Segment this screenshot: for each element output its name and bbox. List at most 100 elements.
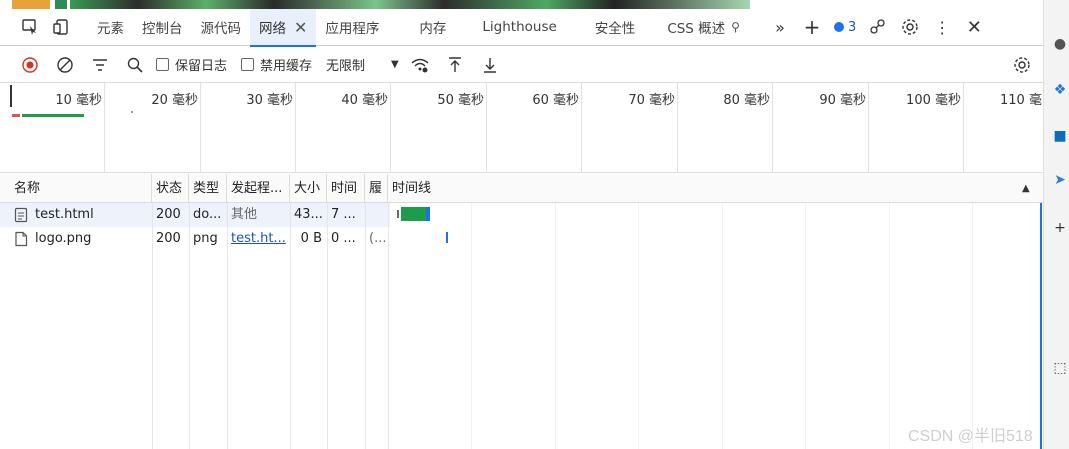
column-header-name[interactable]: 名称 (10, 174, 152, 203)
clear-icon[interactable] (47, 50, 82, 80)
document-file-icon (14, 207, 28, 223)
devtools-tab-bar: 元素 控制台 源代码 网络 ✕ 应用程序 内存 Lighthouse 安全性 CS… (0, 8, 1043, 47)
search-icon[interactable] (117, 50, 152, 80)
table-row[interactable]: test.html 200 do... 其他 43... 7 ... (0, 203, 390, 227)
column-header-initiator[interactable]: 发起程... (227, 174, 290, 203)
request-name[interactable]: test.html (31, 203, 151, 227)
close-devtools-icon[interactable]: ✕ (958, 11, 990, 43)
overview-tick-label: 30 毫秒 (246, 93, 293, 108)
waterfall-bar[interactable] (426, 207, 430, 221)
request-initiator-link[interactable]: test.ht... (227, 227, 290, 251)
checkbox-box[interactable] (156, 58, 169, 71)
overview-tick-label: 10 毫秒 (55, 93, 102, 108)
request-name[interactable]: logo.png (31, 227, 151, 251)
request-table-header: 名称 状态 类型 发起程... 大小 时间 履 时间线 ▲ (0, 174, 1043, 203)
request-priority: (... (369, 231, 387, 246)
disable-cache-checkbox[interactable]: 禁用缓存 (241, 55, 312, 74)
waterfall-bar[interactable] (401, 207, 426, 221)
request-time: 7 ... (331, 207, 356, 222)
network-overview[interactable]: 10 毫秒 20 毫秒 30 毫秒 40 毫秒 50 毫秒 60 毫秒 70 毫… (0, 83, 1043, 173)
tab-console[interactable]: 控制台 (133, 9, 192, 46)
request-time: 0 ... (331, 231, 356, 246)
export-har-icon[interactable] (473, 50, 508, 80)
copilot-icon[interactable]: ❖ (1052, 82, 1068, 98)
overview-tick-label: 100 毫秒 (906, 93, 961, 108)
table-row[interactable]: logo.png 200 png test.ht... 0 B 0 ... (.… (0, 227, 390, 251)
issues-count: 3 (847, 19, 857, 35)
tab-label: 源代码 (200, 21, 242, 37)
import-har-icon[interactable] (438, 50, 473, 80)
request-table-body: test.html 200 do... 其他 43... 7 ... logo.… (0, 203, 1043, 449)
send-icon[interactable]: ➤ (1052, 172, 1068, 188)
column-divider[interactable] (189, 203, 190, 449)
message-icon (833, 22, 844, 32)
overview-bar (22, 114, 84, 117)
request-initiator: 其他 (231, 207, 258, 222)
record-stop-icon[interactable] (12, 50, 47, 80)
column-header-type[interactable]: 类型 (189, 174, 227, 203)
throttling-value: 无限制 (326, 59, 366, 74)
sort-ascending-icon[interactable]: ▲ (1022, 183, 1030, 194)
more-options-icon[interactable]: ⋮ (926, 11, 958, 43)
outlook-icon[interactable]: ■ (1052, 128, 1068, 144)
preserve-log-checkbox[interactable]: 保留日志 (156, 55, 227, 74)
settings-gear-icon[interactable] (894, 11, 926, 43)
throttling-select[interactable]: 无限制 ▼ (326, 55, 399, 74)
filter-icon[interactable] (82, 50, 117, 80)
overview-tick-label: 90 毫秒 (819, 93, 866, 108)
tab-security[interactable]: 安全性 (581, 9, 660, 46)
column-header-waterfall[interactable]: 时间线 (388, 174, 1043, 203)
tab-network[interactable]: 网络 ✕ (250, 8, 317, 47)
add-tab-icon[interactable]: + (796, 11, 828, 43)
waterfall-gridline (805, 203, 806, 449)
waterfall-gridline (972, 203, 973, 449)
scrollbar[interactable] (1040, 203, 1042, 449)
column-header-size[interactable]: 大小 (290, 174, 327, 203)
device-toolbar-icon[interactable] (46, 11, 78, 43)
screenshot-icon[interactable]: ⬚ (1052, 360, 1068, 376)
inspect-element-icon[interactable] (14, 11, 46, 43)
close-tab-icon[interactable]: ✕ (294, 18, 307, 37)
issues-counter[interactable]: 3 (828, 20, 862, 35)
request-type: png (193, 231, 218, 246)
column-divider[interactable] (365, 203, 366, 449)
connections-icon[interactable] (862, 11, 894, 43)
column-divider[interactable] (152, 203, 153, 449)
request-status: 200 (156, 231, 181, 246)
tab-label: 应用程序 (325, 21, 380, 37)
overview-tick-label: 80 毫秒 (723, 93, 770, 108)
request-type: do... (193, 207, 222, 222)
more-tabs-icon[interactable]: » (764, 11, 796, 43)
column-header-priority[interactable]: 履 (365, 174, 388, 203)
dropdown-arrow-icon: ▼ (391, 59, 399, 70)
request-size: 43... (294, 207, 323, 222)
tab-css-overview[interactable]: CSS 概述 ⚲ (659, 9, 754, 46)
request-size: 0 B (300, 231, 322, 246)
column-header-status[interactable]: 状态 (152, 174, 189, 203)
banner-shape (12, 0, 50, 9)
overview-tick-label: 20 毫秒 (151, 93, 198, 108)
tab-label: 安全性 (594, 21, 636, 37)
tab-elements[interactable]: 元素 (88, 9, 133, 46)
tab-lighthouse[interactable]: Lighthouse (468, 9, 580, 46)
column-divider[interactable] (327, 203, 328, 449)
request-status: 200 (156, 207, 181, 222)
tab-label: 内存 (419, 21, 447, 37)
waterfall-bar (397, 210, 399, 218)
network-settings-icon[interactable] (1004, 50, 1039, 80)
profile-icon[interactable]: ● (1052, 36, 1068, 52)
checkbox-box[interactable] (241, 58, 255, 71)
banner-shape (55, 0, 67, 9)
tab-application[interactable]: 应用程序 (316, 9, 397, 46)
tab-sources[interactable]: 源代码 (192, 9, 251, 46)
network-conditions-icon[interactable] (403, 50, 438, 80)
column-divider[interactable] (227, 203, 228, 449)
add-icon[interactable]: + (1052, 220, 1068, 236)
column-divider[interactable] (388, 203, 389, 449)
tab-label: 网络 (259, 21, 286, 37)
column-header-time[interactable]: 时间 (327, 174, 365, 203)
waterfall-bar[interactable] (446, 232, 448, 243)
column-divider[interactable] (290, 203, 291, 449)
tab-memory[interactable]: 内存 (397, 9, 468, 46)
watermark-text: CSDN @半旧518 (908, 428, 1033, 445)
